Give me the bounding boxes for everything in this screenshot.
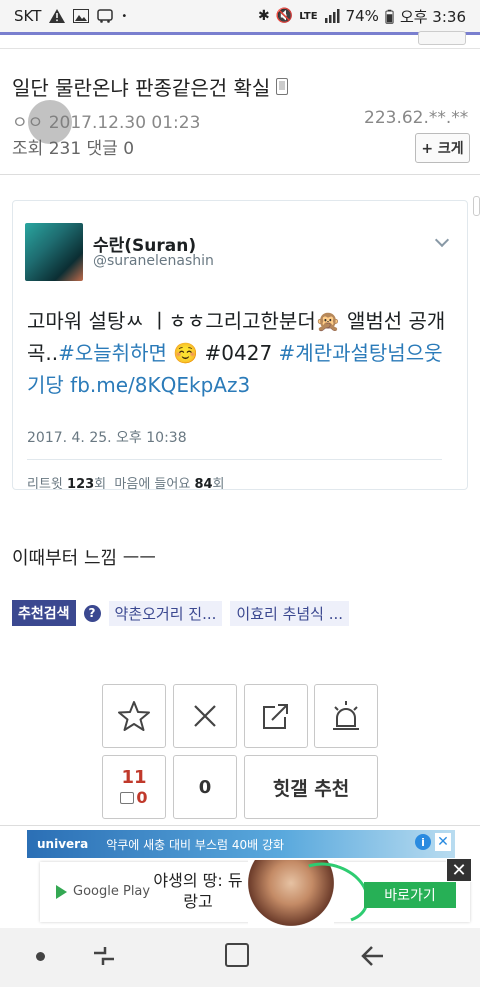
tweet-text: 고마워 설탕ㅆ ㅣㅎㅎ그리고한분더🙊 앨범선 공개곡..#오늘취하면 ☺️ #0… (27, 305, 457, 401)
ad-close-button[interactable]: ✕ (446, 858, 472, 882)
embedded-tweet[interactable]: 수란(Suran) @suranelenashin 고마워 설탕ㅆ ㅣㅎㅎ그리고… (12, 200, 468, 490)
views-count: 231 (48, 139, 82, 159)
toolbar-button-remnant[interactable] (418, 31, 466, 45)
downvote-button[interactable] (173, 684, 237, 748)
bus-icon (97, 9, 114, 23)
tweet-date[interactable]: 2017. 4. 25. 오후 10:38 (27, 427, 187, 447)
ad-close-icon[interactable]: ✕ (435, 833, 451, 851)
tweet-author-handle[interactable]: @suranelenashin (93, 253, 214, 269)
share-button[interactable] (244, 684, 308, 748)
retweets-unit: 회 (94, 477, 107, 489)
avatar[interactable] (25, 223, 83, 281)
dot-icon: • (121, 10, 128, 22)
image-icon (73, 9, 90, 23)
status-bar: SKT • ✱ 🔇 LTE 74% 오후 3:36 (0, 0, 480, 32)
hit-gallery-recommend-button[interactable]: 힛갤 추천 (244, 755, 378, 819)
top-toolbar-remnant (0, 31, 480, 49)
fixed-user-icon (120, 791, 135, 804)
mute-icon: 🔇 (275, 8, 294, 24)
carrier-label: SKT (14, 7, 42, 25)
siren-icon (333, 701, 359, 730)
views-label: 조회 (12, 139, 44, 159)
battery-icon (385, 9, 394, 24)
ad-install-button[interactable]: 바로가기 (364, 882, 456, 908)
home-icon[interactable] (225, 943, 249, 967)
navigation-bar (0, 928, 480, 987)
lte-label: LTE (299, 10, 318, 22)
upvote-button[interactable] (102, 684, 166, 748)
report-button[interactable] (314, 684, 378, 748)
google-play-icon (56, 884, 67, 899)
likes-unit: 회 (212, 477, 225, 489)
enlarge-button[interactable]: + 크게 (415, 133, 470, 163)
star-icon (118, 701, 150, 731)
hashtag-link[interactable]: #오늘취하면 (58, 341, 167, 365)
author-ip: 223.62.**.** (364, 108, 469, 128)
google-play-badge: Google Play (56, 884, 150, 899)
share-icon (263, 704, 288, 729)
post-title: 일단 물란온냐 판종같은건 확실 (12, 72, 289, 101)
recommend-link[interactable]: 이효리 추념식 ... (230, 600, 350, 626)
retweets-count: 123 (67, 477, 95, 489)
chevron-down-icon[interactable] (434, 232, 450, 248)
warning-icon (49, 9, 66, 23)
recommend-label: 추천검색 (12, 600, 76, 626)
post-title-text: 일단 물란온냐 판종같은건 확실 (12, 76, 271, 100)
google-play-label: Google Play (73, 884, 151, 899)
fixed-upvote: 0 (120, 788, 148, 807)
tweet-url-link[interactable]: fb.me/8KQEkpAz3 (70, 373, 250, 397)
bluetooth-icon: ✱ (258, 8, 270, 24)
battery-label: 74% (345, 7, 379, 25)
divider (0, 174, 480, 175)
post-stats: 조회 231 댓글 0 (12, 134, 134, 159)
ad-text: 악쿠에 새충 대비 부스럼 40배 강화 (106, 837, 285, 852)
downvote-count: 0 (198, 776, 212, 798)
ad-info-icon[interactable]: i (415, 834, 431, 850)
banner-ad-bottom[interactable]: Google Play 야생의 땅: 듀랑고 바로가기 (0, 852, 480, 934)
recent-apps-icon[interactable] (90, 942, 118, 970)
recommend-search: 추천검색 ? 약촌오거리 진... 이효리 추념식 ... (12, 600, 350, 626)
retweets-label: 리트윗 (27, 477, 63, 489)
likes-label: 마음에 들어요 (114, 477, 191, 489)
comments-count: 0 (123, 139, 135, 159)
tweet-text-mid: #0427 (198, 341, 279, 365)
fixed-upvote-count: 0 (136, 788, 148, 807)
nav-dot-icon[interactable] (36, 952, 45, 961)
post-body-text: 이때부터 느낌 ㅡㅡ (12, 548, 156, 569)
mobile-icon (276, 78, 289, 95)
ad-brand: univera (37, 837, 89, 851)
ad-card[interactable]: Google Play 야생의 땅: 듀랑고 바로가기 (40, 852, 470, 934)
upvote-count: 11 (121, 767, 147, 788)
ad-headline: 야생의 땅: 듀랑고 (153, 871, 243, 911)
divider (27, 459, 442, 460)
divider (0, 825, 480, 826)
signal-icon (324, 9, 340, 23)
smile-emoji: ☺️ (173, 341, 199, 365)
likes-count: 84 (194, 477, 213, 489)
tweet-stats: 리트윗 123회 마음에 들어요 84회 (27, 473, 225, 489)
banner-ad-top[interactable]: univera 악쿠에 새충 대비 부스럼 40배 강화 i ✕ (27, 830, 455, 858)
scroll-handle[interactable] (473, 196, 480, 216)
close-icon (194, 705, 216, 727)
downvote-count-box: 0 (173, 755, 237, 819)
back-icon[interactable] (358, 942, 386, 970)
comments-label: 댓글 (86, 139, 118, 159)
upvote-count-box: 11 0 (102, 755, 166, 819)
time-label: 오후 3:36 (399, 7, 466, 26)
help-icon[interactable]: ? (83, 604, 101, 622)
recommend-link[interactable]: 약촌오거리 진... (108, 600, 223, 626)
